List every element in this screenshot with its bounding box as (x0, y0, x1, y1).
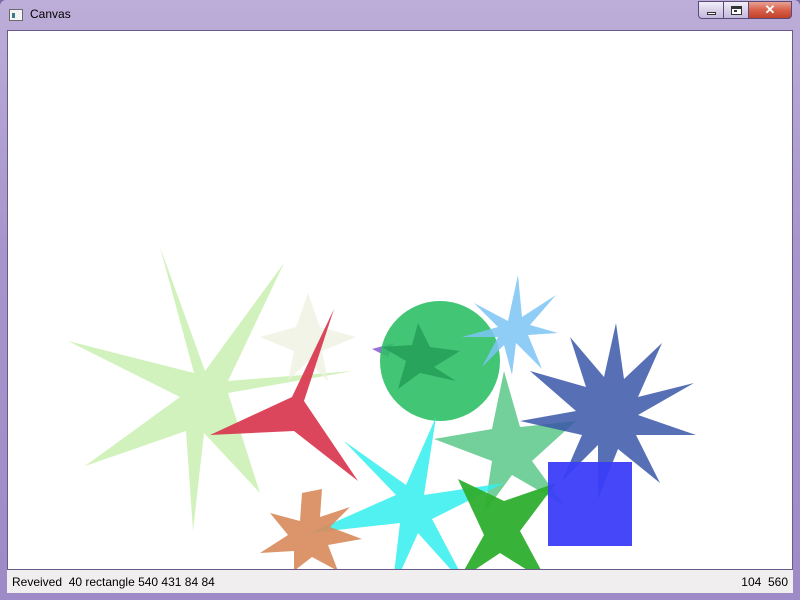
drawing-canvas[interactable] (7, 30, 793, 570)
minimize-button[interactable] (698, 1, 724, 19)
green-four-point-star-shape (458, 479, 556, 569)
maximize-button[interactable] (723, 1, 749, 19)
light-green-star-shape (68, 247, 353, 531)
close-icon: ✕ (764, 2, 776, 17)
window-controls: ✕ (698, 1, 792, 21)
status-message: Reveived 40 rectangle 540 431 84 84 (12, 575, 215, 589)
canvas-window: Canvas ✕ Reveived 40 rectangle 540 431 8… (0, 0, 800, 600)
cursor-coordinates: 104 560 (741, 575, 788, 589)
status-bar: Reveived 40 rectangle 540 431 84 84 104 … (7, 570, 793, 593)
window-title: Canvas (30, 7, 71, 21)
blue-square-shape (548, 462, 632, 546)
maximize-icon (731, 6, 742, 15)
minimize-icon (707, 12, 716, 15)
orange-star-shape (260, 489, 362, 569)
close-button[interactable]: ✕ (748, 1, 792, 19)
title-bar[interactable]: Canvas ✕ (0, 0, 800, 30)
shapes-layer (68, 247, 696, 569)
window-app-icon[interactable] (9, 9, 23, 21)
